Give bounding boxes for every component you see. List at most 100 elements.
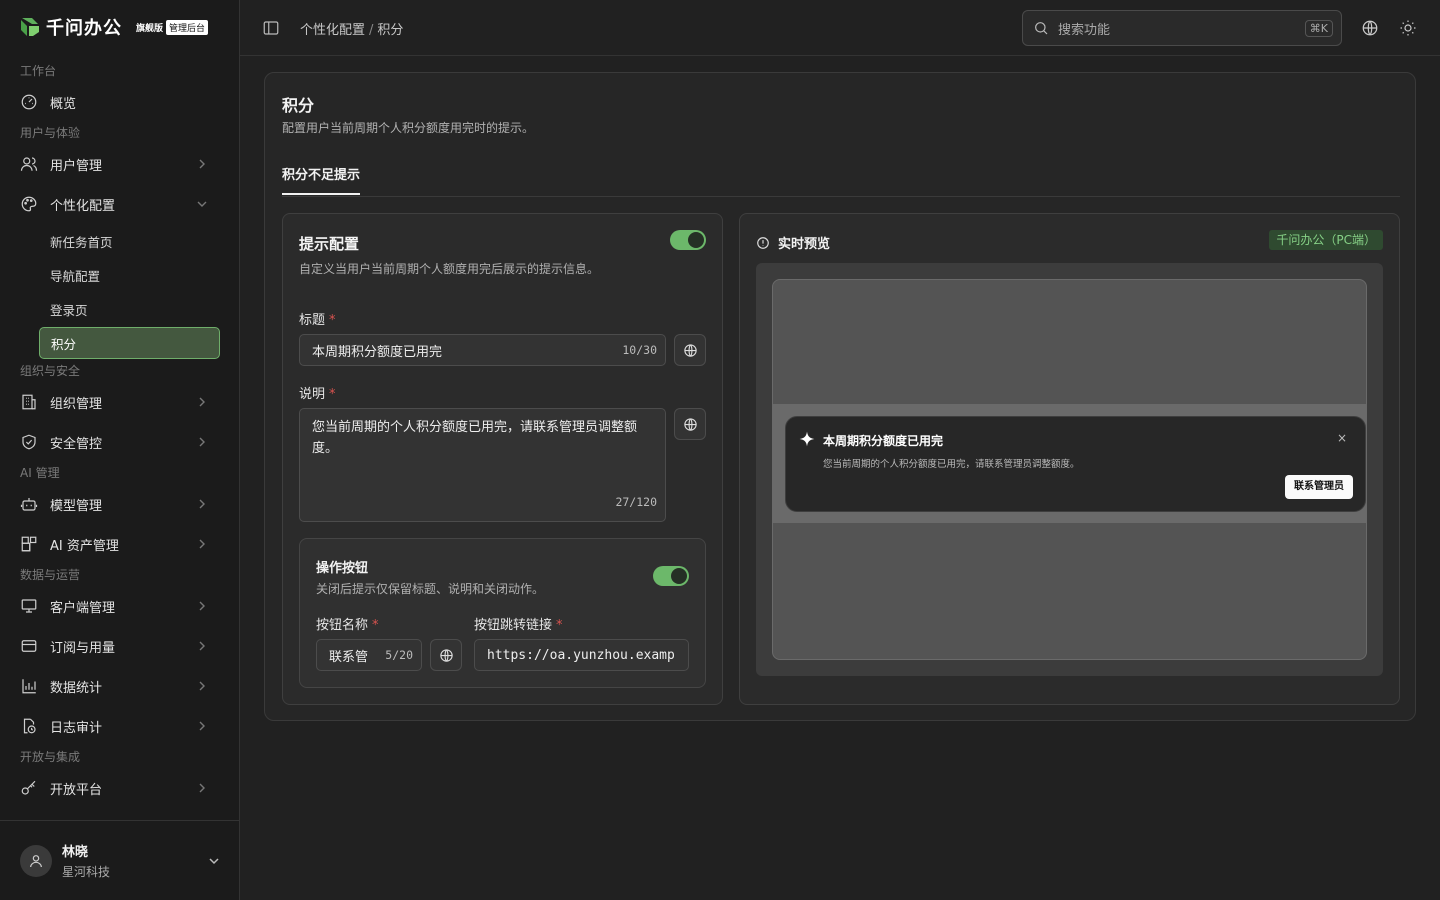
nav-group-open: 开放与集成: [20, 750, 81, 764]
button-link-field[interactable]: https://oa.yunzhou.examp: [474, 639, 689, 671]
brand-logo[interactable]: 千问办公 旗舰版 管理后台: [18, 14, 209, 40]
info-icon: [757, 236, 769, 249]
sidebar-subitem-nav-config[interactable]: 导航配置: [0, 258, 240, 292]
desc-field-label: 说明 *: [299, 383, 336, 402]
sidebar-item-security[interactable]: 安全管控: [0, 422, 240, 462]
config-description: 自定义当用户当前周期个人额度用完后展示的提示信息。: [299, 262, 600, 276]
button-link-label: 按钮跳转链接 *: [474, 614, 563, 633]
sidebar-item-personalize[interactable]: 个性化配置: [0, 184, 240, 224]
prompt-enabled-toggle[interactable]: [670, 230, 706, 250]
button-link-label-text: 按钮跳转链接: [474, 618, 553, 633]
user-icon: [30, 854, 42, 867]
breadcrumb: 个性化配置 / 积分: [300, 19, 403, 38]
sidebar-nav: 工作台 概览 用户与体验 用户管理 个性化配置 新任务首页 导航配置 登录页 积…: [0, 60, 240, 820]
preview-header: 实时预览: [756, 233, 830, 252]
sidebar-item-audit[interactable]: 日志审计: [0, 706, 240, 746]
palette-icon: [21, 196, 37, 212]
building-icon: [22, 394, 36, 410]
topbar: 个性化配置 / 积分 搜索功能 ⌘K: [240, 0, 1440, 56]
preview-toast: 本周期积分额度已用完 您当前周期的个人积分额度已用完，请联系管理员调整额度。 ×…: [785, 416, 1366, 512]
bar-chart-icon: [22, 679, 36, 694]
breadcrumb-item-current: 积分: [377, 23, 404, 38]
button-link-value: https://oa.yunzhou.examp: [487, 647, 675, 663]
sun-icon[interactable]: [1399, 19, 1417, 37]
prompt-config-panel: 提示配置 自定义当用户当前周期个人额度用完后展示的提示信息。 标题 * 本周期积分…: [282, 213, 723, 705]
button-name-value: 联系管: [329, 649, 369, 665]
sidebar-item-users[interactable]: 用户管理: [0, 144, 240, 184]
chevron-right-icon: [199, 159, 205, 169]
toast-action-button[interactable]: 联系管理员: [1285, 475, 1353, 499]
required-mark: *: [329, 313, 336, 328]
action-button-toggle[interactable]: [653, 566, 689, 586]
sidebar-subitem-new-task-home[interactable]: 新任务首页: [0, 224, 240, 258]
globe-icon: [439, 648, 453, 662]
button-name-field[interactable]: 联系管 5/20: [316, 639, 422, 671]
nav-group-user-exp: 用户与体验: [20, 126, 81, 140]
sidebar-item-label: 概览: [50, 96, 77, 112]
preview-title: 实时预览: [778, 237, 831, 252]
chevron-right-icon: [199, 539, 205, 549]
action-button-panel: 操作按钮 关闭后提示仅保留标题、说明和关闭动作。 按钮名称 * 联系管 5/20 …: [299, 538, 706, 688]
brand-edition: 旗舰版: [136, 23, 164, 34]
toast-description: 您当前周期的个人积分额度已用完，请联系管理员调整额度。: [823, 459, 1080, 470]
chevron-right-icon: [199, 397, 205, 407]
sidebar-item-stats[interactable]: 数据统计: [0, 666, 240, 706]
breadcrumb-separator: /: [369, 23, 374, 38]
description-translate-button[interactable]: [674, 408, 706, 440]
tab-insufficient-points[interactable]: 积分不足提示: [282, 164, 361, 195]
user-name: 林晓: [62, 845, 89, 860]
sidebar-item-overview[interactable]: 概览: [0, 82, 240, 122]
file-clock-icon: [23, 718, 36, 734]
user-menu[interactable]: 林晓 星河科技: [0, 820, 240, 900]
shield-check-icon: [22, 434, 36, 450]
brand-badge: 管理后台: [166, 19, 209, 35]
sidebar-item-models[interactable]: 模型管理: [0, 484, 240, 524]
description-textarea[interactable]: 您当前周期的个人积分额度已用完，请联系管理员调整额度。 27/120: [299, 408, 666, 522]
close-icon[interactable]: ×: [1337, 431, 1347, 445]
users-icon: [20, 157, 38, 171]
nav-group-org-sec: 组织与安全: [20, 364, 81, 378]
sidebar-item-label: 日志审计: [50, 720, 103, 736]
bot-icon: [20, 498, 38, 511]
page-title: 积分: [282, 96, 315, 115]
toggle-knob: [688, 232, 704, 248]
preview-stage: 本周期积分额度已用完 您当前周期的个人积分额度已用完，请联系管理员调整额度。 ×…: [756, 263, 1383, 676]
sidebar: 千问办公 旗舰版 管理后台 工作台 概览 用户与体验 用户管理 个性化配置 新任…: [0, 0, 240, 900]
sidebar-item-clients[interactable]: 客户端管理: [0, 586, 240, 626]
sidebar-item-label: 订阅与用量: [50, 640, 116, 656]
chevron-down-icon: [209, 858, 219, 865]
brand-name: 千问办公: [46, 18, 122, 39]
title-char-count: 10/30: [622, 343, 657, 357]
chevron-right-icon: [199, 721, 205, 731]
tab-bar: 积分不足提示: [282, 159, 1400, 197]
sidebar-item-open-platform[interactable]: 开放平台: [0, 768, 240, 808]
breadcrumb-item-personalize[interactable]: 个性化配置: [300, 23, 365, 38]
button-name-translate-button[interactable]: [430, 639, 462, 671]
globe-icon: [683, 343, 697, 357]
config-title: 提示配置: [299, 235, 360, 253]
title-field-label: 标题 *: [299, 309, 336, 328]
chevron-right-icon: [199, 783, 205, 793]
sidebar-subitem-points[interactable]: 积分: [39, 327, 220, 359]
sidebar-item-label: 个性化配置: [50, 198, 116, 214]
sidebar-subitem-login-page[interactable]: 登录页: [0, 292, 240, 326]
sparkle-icon: [799, 431, 815, 447]
avatar: [20, 844, 52, 877]
nav-group-workspace: 工作台: [20, 64, 57, 78]
title-field[interactable]: 本周期积分额度已用完 10/30: [299, 334, 666, 366]
sidebar-item-subscription[interactable]: 订阅与用量: [0, 626, 240, 666]
chevron-right-icon: [199, 641, 205, 651]
title-translate-button[interactable]: [674, 334, 706, 366]
sidebar-item-label: 安全管控: [50, 436, 103, 452]
sidebar-item-ai-assets[interactable]: AI 资产管理: [0, 524, 240, 564]
brand-logo-icon: [21, 18, 39, 36]
desc-label-text: 说明: [299, 387, 326, 402]
search-input[interactable]: 搜索功能 ⌘K: [1022, 10, 1342, 46]
sidebar-toggle-icon[interactable]: [262, 19, 280, 37]
sidebar-item-label: 模型管理: [50, 498, 103, 514]
nav-group-data-ops: 数据与运营: [20, 568, 81, 582]
sidebar-item-org[interactable]: 组织管理: [0, 382, 240, 422]
monitor-icon: [21, 599, 37, 613]
toggle-knob: [671, 568, 687, 584]
globe-icon[interactable]: [1361, 19, 1379, 37]
